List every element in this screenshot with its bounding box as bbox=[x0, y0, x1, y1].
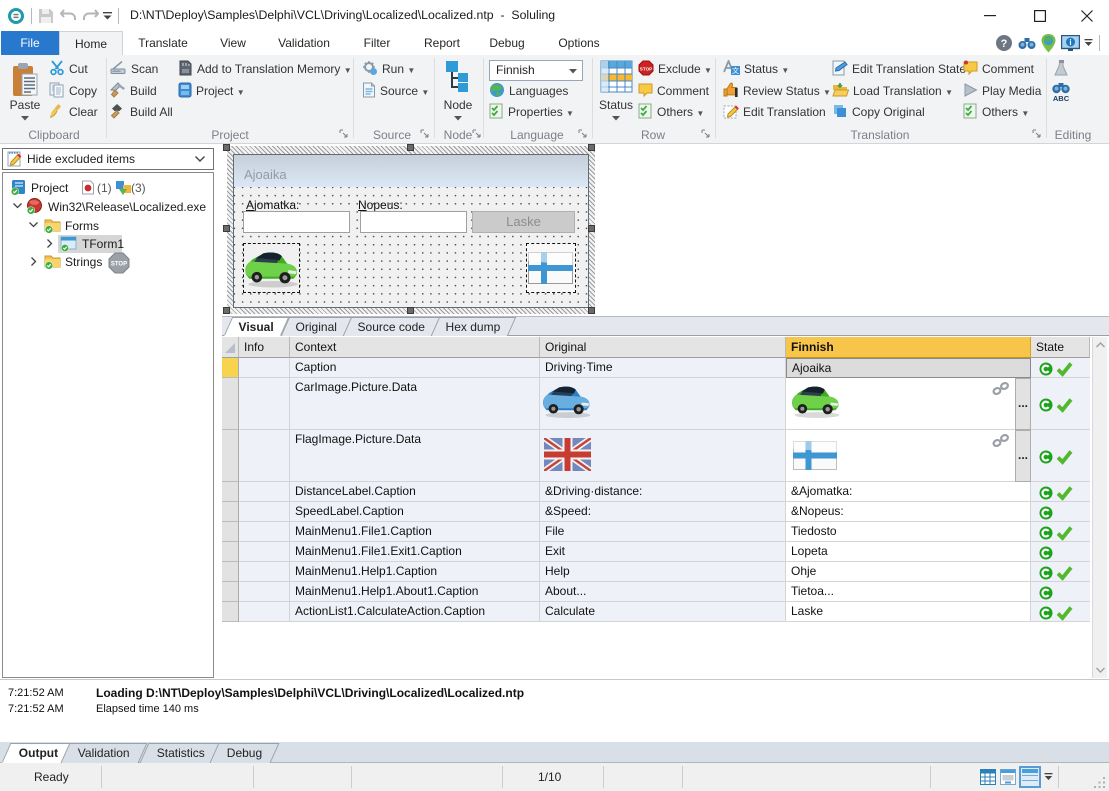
svg-text:?: ? bbox=[1001, 38, 1008, 50]
svg-text:文: 文 bbox=[732, 66, 739, 75]
svg-text:i: i bbox=[1069, 38, 1071, 47]
svg-text:STOP: STOP bbox=[111, 262, 127, 268]
svg-text:STOP: STOP bbox=[640, 67, 652, 72]
svg-text:ABC: ABC bbox=[1053, 94, 1070, 102]
